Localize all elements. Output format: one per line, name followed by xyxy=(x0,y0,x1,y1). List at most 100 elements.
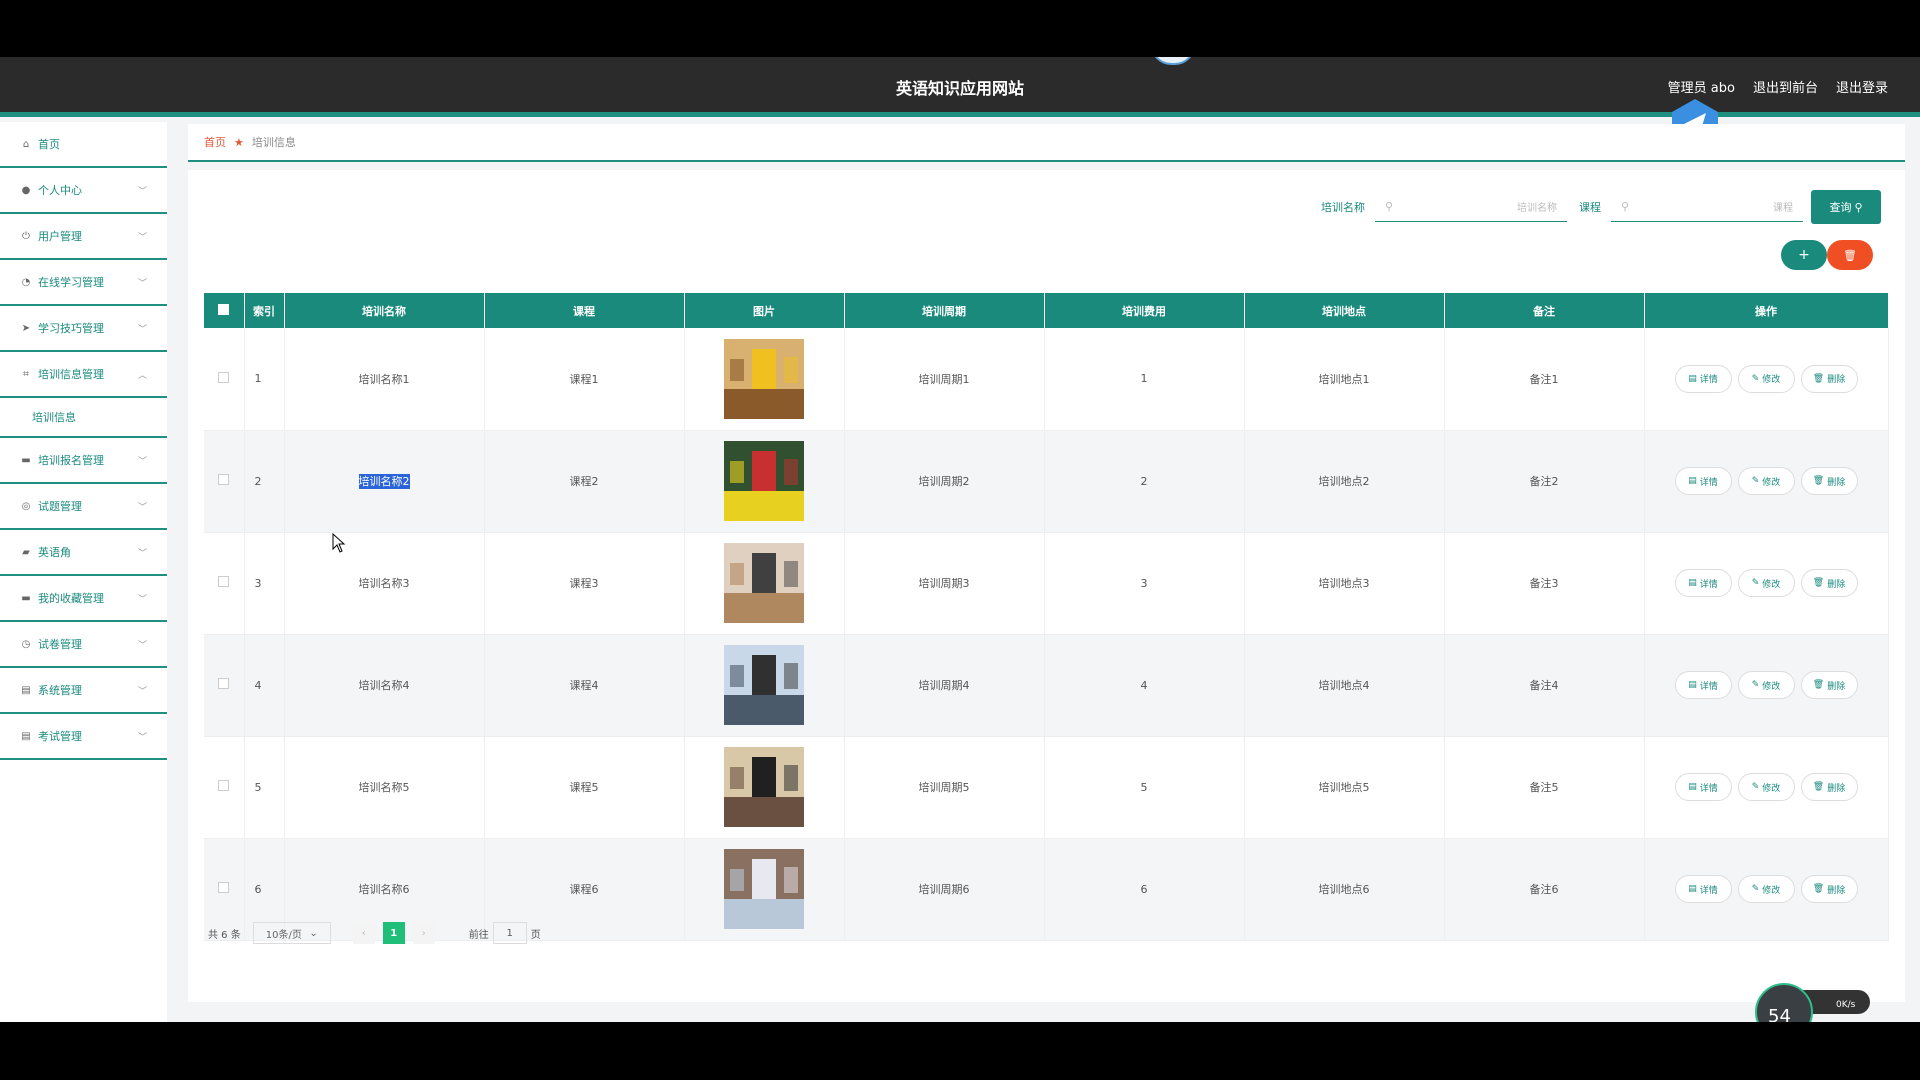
training-name: 培训名称6 xyxy=(358,883,410,896)
edit-label: 修改 xyxy=(1762,375,1781,386)
pagination: 共 6 条 10条/页 ⌄ ‹ 1 › 前往 1 页 xyxy=(208,922,541,944)
delete-button[interactable]: 🗑 删除 xyxy=(1800,773,1858,801)
sidebar-item-9[interactable]: ▬ 我的收藏管理 ﹀ xyxy=(0,576,167,622)
next-page-button[interactable]: › xyxy=(412,922,435,944)
trash-icon: 🗑 xyxy=(1812,782,1825,792)
chevron-down-icon: ﹀ xyxy=(137,595,147,605)
sidebar-item-12[interactable]: ▤ 考试管理 ﹀ xyxy=(0,714,167,760)
sidebar-item-7[interactable]: ◎ 试题管理 ﹀ xyxy=(0,484,167,530)
fee-cell: 3 xyxy=(1044,532,1245,635)
image-cell xyxy=(684,838,845,941)
delete-button[interactable]: 🗑 删除 xyxy=(1800,569,1858,597)
name-cell: 培训名称3 xyxy=(284,532,485,635)
app-window: 英语知识应用网站 管理员 abo 退出到前台 退出登录 ⌂ 首页 ● 个人中心 ﹀ ⏻ 用户… xyxy=(0,57,1920,1022)
delete-button[interactable]: 🗑 删除 xyxy=(1800,364,1858,393)
sidebar-item-label: 培训信息管理 xyxy=(38,368,104,381)
sidebar-item-0[interactable]: ⌂ 首页 xyxy=(0,122,167,168)
row-select-cell[interactable] xyxy=(204,532,245,635)
header-actions: 操作 xyxy=(1644,293,1889,328)
chat-icon: ▬ xyxy=(21,454,31,466)
sidebar-item-1[interactable]: ● 个人中心 ﹀ xyxy=(0,168,167,214)
edit-button[interactable]: ✎ 修改 xyxy=(1737,569,1795,597)
goto-page-input[interactable]: 1 xyxy=(492,922,527,944)
detail-label: 详情 xyxy=(1699,681,1718,692)
sidebar-item-2[interactable]: ⏻ 用户管理 ﹀ xyxy=(0,214,167,260)
select-all-cell[interactable] xyxy=(204,293,245,328)
sidebar-item-6[interactable]: ▬ 培训报名管理 ﹀ xyxy=(0,438,167,484)
detail-button[interactable]: ▤ 详情 xyxy=(1674,467,1732,495)
page-size-select[interactable]: 10条/页 ⌄ xyxy=(252,922,331,944)
top-header: 英语知识应用网站 管理员 abo 退出到前台 退出登录 xyxy=(0,57,1920,117)
delete-button[interactable]: 🗑 删除 xyxy=(1800,467,1858,495)
row-checkbox[interactable] xyxy=(218,780,230,791)
course-cell: 课程1 xyxy=(484,328,685,431)
detail-button[interactable]: ▤ 详情 xyxy=(1674,773,1732,801)
name-cell: 培训名称4 xyxy=(284,634,485,737)
sidebar-item-label: 首页 xyxy=(38,138,60,151)
sidebar: ⌂ 首页 ● 个人中心 ﹀ ⏻ 用户管理 ﹀ ◔ 在线学习管理 ﹀ ➤ 学习技巧管理 ﹀ ⌗ 培训信息管理 ︿ 培… xyxy=(0,122,167,1022)
page-number-current[interactable]: 1 xyxy=(382,922,405,944)
header-fee: 培训费用 xyxy=(1044,293,1245,328)
row-select-cell[interactable] xyxy=(204,430,245,533)
delete-button[interactable]: 🗑 删除 xyxy=(1800,671,1858,699)
row-checkbox[interactable] xyxy=(218,678,230,689)
chevron-down-icon: ﹀ xyxy=(137,279,147,289)
row-checkbox[interactable] xyxy=(218,371,230,383)
sidebar-item-3[interactable]: ◔ 在线学习管理 ﹀ xyxy=(0,260,167,306)
detail-label: 详情 xyxy=(1699,579,1718,590)
course-search-input[interactable]: ⚲ 课程 xyxy=(1611,192,1803,222)
document-icon: ▤ xyxy=(1688,884,1697,894)
batch-delete-button[interactable]: 🗑 xyxy=(1827,240,1873,270)
sidebar-item-11[interactable]: ▤ 系统管理 ﹀ xyxy=(0,668,167,714)
detail-button[interactable]: ▤ 详情 xyxy=(1674,364,1732,393)
edit-button[interactable]: ✎ 修改 xyxy=(1737,364,1795,393)
breadcrumb-home[interactable]: 首页 xyxy=(204,134,226,150)
logout-link[interactable]: 退出登录 xyxy=(1836,77,1888,96)
row-select-cell[interactable] xyxy=(204,328,245,431)
training-image[interactable] xyxy=(724,645,804,725)
to-front-link[interactable]: 退出到前台 xyxy=(1753,77,1818,96)
chevron-down-icon: ﹀ xyxy=(137,187,147,197)
training-image[interactable] xyxy=(724,849,804,929)
training-image[interactable] xyxy=(724,747,804,827)
trash-icon: 🗑 xyxy=(1812,884,1825,894)
sidebar-item-5[interactable]: ⌗ 培训信息管理 ︿ xyxy=(0,352,167,398)
sidebar-item-4[interactable]: ➤ 学习技巧管理 ﹀ xyxy=(0,306,167,352)
training-image[interactable] xyxy=(724,543,804,623)
place-cell: 培训地点5 xyxy=(1244,736,1445,839)
header-place: 培训地点 xyxy=(1244,293,1445,328)
briefcase-icon: ▰ xyxy=(22,546,30,558)
dashboard-icon: ◔ xyxy=(21,276,31,288)
detail-button[interactable]: ▤ 详情 xyxy=(1674,671,1732,699)
edit-button[interactable]: ✎ 修改 xyxy=(1737,467,1795,495)
table-row: 3 培训名称3 课程3 培训周期3 3 培训地点3 备注3 ▤ 详情 ✎ 修改 🗑 删除 xyxy=(204,532,1889,635)
training-image[interactable] xyxy=(724,338,804,419)
row-checkbox[interactable] xyxy=(218,474,230,485)
query-button[interactable]: 查询 ⚲ xyxy=(1811,190,1881,224)
sidebar-item-10[interactable]: ◷ 试卷管理 ﹀ xyxy=(0,622,167,668)
select-all-checkbox[interactable] xyxy=(218,303,230,315)
row-checkbox[interactable] xyxy=(218,576,230,587)
document-icon: ▤ xyxy=(1688,782,1697,792)
delete-label: 删除 xyxy=(1827,885,1846,896)
prev-page-button[interactable]: ‹ xyxy=(352,922,375,944)
training-image[interactable] xyxy=(724,441,804,521)
name-cell: 培训名称5 xyxy=(284,736,485,839)
add-button[interactable]: + xyxy=(1781,240,1827,270)
sidebar-item-label: 系统管理 xyxy=(38,684,82,697)
sidebar-item-8[interactable]: ▰ 英语角 ﹀ xyxy=(0,530,167,576)
clipboard-icon: ▤ xyxy=(21,730,31,742)
detail-button[interactable]: ▤ 详情 xyxy=(1674,875,1732,903)
detail-button[interactable]: ▤ 详情 xyxy=(1674,569,1732,597)
row-checkbox[interactable] xyxy=(218,882,230,893)
delete-button[interactable]: 🗑 删除 xyxy=(1800,875,1858,903)
row-select-cell[interactable] xyxy=(204,736,245,839)
row-select-cell[interactable] xyxy=(204,634,245,737)
edit-button[interactable]: ✎ 修改 xyxy=(1737,875,1795,903)
chevron-left-icon: ‹ xyxy=(361,927,366,939)
edit-button[interactable]: ✎ 修改 xyxy=(1737,671,1795,699)
course-cell: 课程5 xyxy=(484,736,685,839)
edit-button[interactable]: ✎ 修改 xyxy=(1737,773,1795,801)
name-search-input[interactable]: ⚲ 培训名称 xyxy=(1375,192,1567,222)
sidebar-sub-item-training-info[interactable]: 培训信息 xyxy=(0,398,167,438)
